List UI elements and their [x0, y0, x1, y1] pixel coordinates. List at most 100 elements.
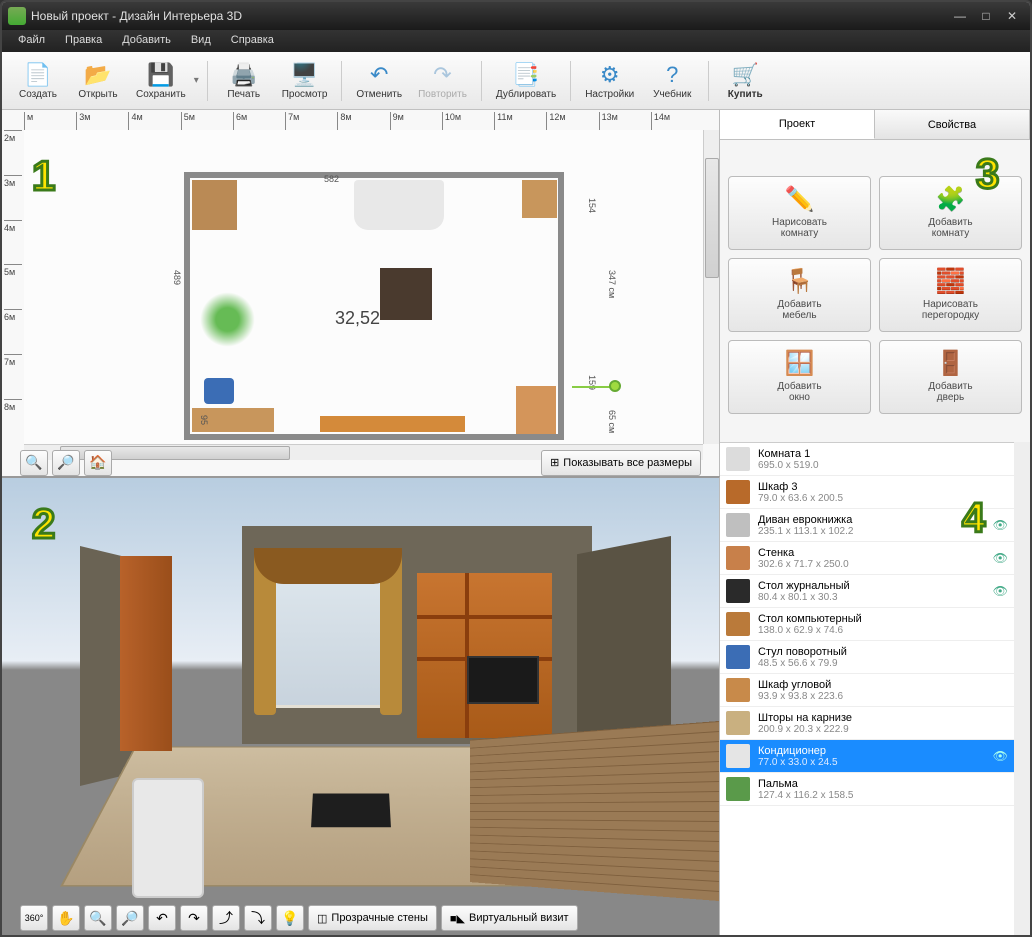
- object-name: Шкаф угловой: [758, 679, 1008, 691]
- hand-icon: ✋: [57, 910, 74, 927]
- disk-icon: 💾: [146, 61, 176, 89]
- light-button[interactable]: 💡: [276, 905, 304, 931]
- list-item[interactable]: Пальма127.4 x 116.2 x 158.5: [720, 773, 1014, 806]
- zoom-out-3d-button[interactable]: 🔍: [84, 905, 112, 931]
- rotate-right-button[interactable]: ↷: [180, 905, 208, 931]
- add-furniture-button[interactable]: 🪑Добавить мебель: [728, 258, 871, 332]
- list-item[interactable]: Шторы на карнизе200.9 x 20.3 x 222.9: [720, 707, 1014, 740]
- plan-plant[interactable]: [200, 292, 255, 347]
- zoom-out-button[interactable]: 🔍: [20, 450, 48, 476]
- tilt-up-icon: ⤴: [219, 908, 233, 928]
- save-button[interactable]: 💾Сохранить: [130, 55, 192, 107]
- object-icon: [726, 579, 750, 603]
- rotate-360-button[interactable]: 360°: [20, 905, 48, 931]
- list-scrollbar[interactable]: [1014, 442, 1030, 935]
- right-panel: Проект Свойства ✏️Нарисовать комнату 🧩До…: [720, 110, 1030, 935]
- object-dimensions: 138.0 x 62.9 x 74.6: [758, 625, 1008, 636]
- list-item[interactable]: Шкаф 379.0 x 63.6 x 200.5: [720, 476, 1014, 509]
- redo-button[interactable]: ↷Повторить: [412, 55, 473, 107]
- floorplan-viewport[interactable]: м3м4м5м6м7м8м9м10м11м12м13м14м 2м3м4м5м6…: [2, 110, 720, 476]
- show-all-dimensions-button[interactable]: ⊞Показывать все размеры: [541, 450, 701, 476]
- room-outline[interactable]: 32,52: [184, 172, 564, 440]
- plan-table[interactable]: [380, 268, 432, 320]
- plan-chair[interactable]: [204, 378, 234, 404]
- object-list[interactable]: Комната 1695.0 x 519.0Шкаф 379.0 x 63.6 …: [720, 442, 1014, 935]
- transparent-walls-button[interactable]: ◫Прозрачные стены: [308, 905, 437, 931]
- tilt-down-button[interactable]: ⤵: [244, 905, 272, 931]
- duplicate-button[interactable]: 📑Дублировать: [490, 55, 562, 107]
- rotate-left-button[interactable]: ↶: [148, 905, 176, 931]
- object-icon: [726, 777, 750, 801]
- home-button[interactable]: 🏠: [84, 450, 112, 476]
- settings-button[interactable]: ⚙Настройки: [579, 55, 640, 107]
- add-window-button[interactable]: 🪟Добавить окно: [728, 340, 871, 414]
- tilt-up-button[interactable]: ⤴: [212, 905, 240, 931]
- object-name: Стол компьютерный: [758, 613, 1008, 625]
- tab-properties[interactable]: Свойства: [875, 110, 1030, 139]
- print-button[interactable]: 🖨️Печать: [216, 55, 272, 107]
- monitor-icon: 🖥️: [290, 61, 320, 89]
- menu-edit[interactable]: Правка: [55, 30, 112, 52]
- menu-view[interactable]: Вид: [181, 30, 221, 52]
- buy-button[interactable]: 🛒Купить: [717, 55, 773, 107]
- list-item[interactable]: Шкаф угловой93.9 x 93.8 x 223.6: [720, 674, 1014, 707]
- list-item[interactable]: Кондиционер77.0 x 33.0 x 24.5👁: [720, 740, 1014, 773]
- selection-handle-line[interactable]: [572, 386, 612, 388]
- list-item[interactable]: Стул поворотный48.5 x 56.6 x 79.9: [720, 641, 1014, 674]
- window-title: Новый проект - Дизайн Интерьера 3D: [31, 9, 242, 23]
- plan-corner[interactable]: [516, 386, 556, 434]
- list-item[interactable]: Комната 1695.0 x 519.0: [720, 443, 1014, 476]
- plan-bed[interactable]: [354, 180, 444, 230]
- 3d-coffee-table[interactable]: [311, 793, 391, 827]
- create-button[interactable]: 📄Создать: [10, 55, 66, 107]
- printer-icon: 🖨️: [229, 61, 259, 89]
- pan-button[interactable]: ✋: [52, 905, 80, 931]
- visibility-icon[interactable]: 👁: [993, 551, 1008, 565]
- folder-icon: 📂: [83, 61, 113, 89]
- maximize-button[interactable]: □: [974, 7, 998, 25]
- zoom-in-button[interactable]: 🔎: [52, 450, 80, 476]
- list-item[interactable]: Стенка302.6 x 71.7 x 250.0👁: [720, 542, 1014, 575]
- menu-add[interactable]: Добавить: [112, 30, 181, 52]
- zoom-in-3d-button[interactable]: 🔎: [116, 905, 144, 931]
- add-door-button[interactable]: 🚪Добавить дверь: [879, 340, 1022, 414]
- dropdown-icon[interactable]: ▾: [194, 75, 199, 86]
- plan-shelf[interactable]: [522, 180, 557, 218]
- visibility-icon[interactable]: 👁: [993, 518, 1008, 532]
- menu-file[interactable]: Файл: [8, 30, 55, 52]
- 3d-wardrobe[interactable]: [120, 556, 172, 751]
- open-button[interactable]: 📂Открыть: [70, 55, 126, 107]
- floorplan-canvas[interactable]: 32,52 582 154 347 см 159: [24, 130, 703, 444]
- list-item[interactable]: Стол журнальный80.4 x 80.1 x 30.3👁: [720, 575, 1014, 608]
- add-room-button[interactable]: 🧩Добавить комнату: [879, 176, 1022, 250]
- preview-button[interactable]: 🖥️Просмотр: [276, 55, 334, 107]
- list-item[interactable]: Диван еврокнижка235.1 x 113.1 x 102.2👁: [720, 509, 1014, 542]
- menu-help[interactable]: Справка: [221, 30, 284, 52]
- draw-partition-button[interactable]: 🧱Нарисовать перегородку: [879, 258, 1022, 332]
- dimension-r1: 154: [587, 198, 597, 213]
- plan-wardrobe[interactable]: [192, 180, 237, 230]
- actions-grid: ✏️Нарисовать комнату 🧩Добавить комнату 🪑…: [720, 166, 1030, 424]
- tab-project[interactable]: Проект: [720, 110, 875, 139]
- object-name: Диван еврокнижка: [758, 514, 985, 526]
- undo-button[interactable]: ↶Отменить: [350, 55, 408, 107]
- close-button[interactable]: ✕: [1000, 7, 1024, 25]
- object-name: Комната 1: [758, 448, 1008, 460]
- dimension-r2: 347 см: [607, 270, 617, 298]
- 3d-viewport[interactable]: 360° ✋ 🔍 🔎 ↶ ↷ ⤴ ⤵ 💡 ◫Прозрачные стены ■…: [2, 476, 720, 935]
- 3d-tv[interactable]: [467, 656, 539, 704]
- camera-icon: ■◣: [450, 912, 465, 925]
- minimize-button[interactable]: —: [948, 7, 972, 25]
- selection-handle-dot[interactable]: [609, 380, 621, 392]
- plan-scrollbar-vertical[interactable]: [703, 130, 719, 444]
- plan-sofa[interactable]: [320, 416, 465, 432]
- pencil-icon: ✏️: [785, 186, 815, 214]
- list-item[interactable]: Стол компьютерный138.0 x 62.9 x 74.6: [720, 608, 1014, 641]
- object-dimensions: 695.0 x 519.0: [758, 460, 1008, 471]
- visibility-icon[interactable]: 👁: [993, 584, 1008, 598]
- tutorial-button[interactable]: ?Учебник: [644, 55, 700, 107]
- virtual-visit-button[interactable]: ■◣Виртуальный визит: [441, 905, 578, 931]
- draw-room-button[interactable]: ✏️Нарисовать комнату: [728, 176, 871, 250]
- 3d-sofa[interactable]: [132, 778, 204, 898]
- visibility-icon[interactable]: 👁: [993, 749, 1008, 763]
